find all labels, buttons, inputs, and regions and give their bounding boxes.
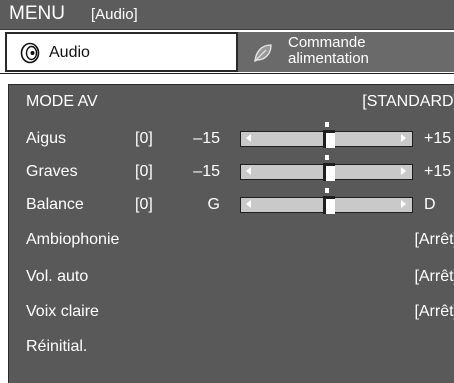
graves-min: –15 — [193, 163, 220, 180]
aigus-current: [0] — [135, 130, 153, 147]
slider-thumb[interactable] — [323, 196, 335, 214]
graves-row[interactable]: Graves [0] –15 +15 — [9, 155, 454, 189]
slider-thumb[interactable] — [323, 130, 335, 148]
voix-claire-value: [Arrêt] — [414, 303, 454, 320]
vol-auto-value: [Arrêt] — [414, 268, 454, 285]
aigus-slider[interactable] — [240, 122, 413, 148]
reinitial-row[interactable]: Réinitial. — [9, 330, 454, 364]
balance-row[interactable]: Balance [0] G D — [9, 188, 454, 222]
vol-auto-row[interactable]: Vol. auto [Arrêt] — [9, 260, 454, 294]
mode-av-row[interactable]: MODE AV [STANDARD] — [9, 85, 454, 119]
vol-auto-label: Vol. auto — [26, 268, 89, 285]
balance-current: [0] — [135, 196, 153, 213]
mode-av-label: MODE AV — [26, 93, 98, 110]
reinitial-label: Réinitial. — [26, 338, 88, 355]
arrow-right-icon — [401, 167, 406, 175]
graves-slider[interactable] — [240, 155, 413, 181]
tab-power-control[interactable]: Commande alimentation — [238, 32, 454, 72]
graves-label: Graves — [26, 163, 78, 180]
arrow-left-icon — [246, 167, 251, 175]
ambiophonie-label: Ambiophonie — [26, 231, 120, 248]
arrow-left-icon — [246, 134, 251, 142]
mode-av-value: [STANDARD] — [362, 93, 454, 110]
graves-max: +15 — [424, 163, 452, 180]
voix-claire-row[interactable]: Voix claire [Arrêt] — [9, 295, 454, 329]
slider-center-marker — [325, 188, 329, 193]
tab-strip: Audio Commande alimentation — [0, 30, 454, 74]
leaf-icon — [252, 42, 274, 69]
arrow-left-icon — [246, 200, 251, 208]
submenu-title: [Audio] — [91, 6, 138, 23]
slider-center-marker — [325, 155, 329, 160]
voix-claire-label: Voix claire — [26, 303, 99, 320]
aigus-max: +15 — [424, 130, 452, 147]
slider-thumb[interactable] — [323, 163, 335, 181]
title-bar: MENU [Audio] — [0, 0, 454, 30]
arrow-right-icon — [401, 200, 406, 208]
slider-center-marker — [325, 122, 329, 127]
menu-title: MENU — [9, 3, 65, 24]
tab-audio-label: Audio — [49, 44, 90, 61]
speaker-icon — [19, 42, 41, 69]
arrow-right-icon — [401, 134, 406, 142]
aigus-label: Aigus — [26, 130, 67, 147]
balance-label: Balance — [26, 196, 84, 213]
graves-current: [0] — [135, 163, 153, 180]
balance-min: G — [207, 196, 220, 213]
aigus-min: –15 — [193, 130, 220, 147]
ambiophonie-value: [Arrêt] — [414, 231, 454, 248]
balance-slider[interactable] — [240, 188, 413, 214]
tab-audio[interactable]: Audio — [5, 32, 238, 72]
tab-power-label: Commande alimentation — [288, 34, 369, 67]
audio-settings-panel: MODE AV [STANDARD] Aigus [0] –15 +15 Gra… — [8, 84, 454, 383]
aigus-row[interactable]: Aigus [0] –15 +15 — [9, 122, 454, 156]
ambiophonie-row[interactable]: Ambiophonie [Arrêt] — [9, 223, 454, 257]
balance-max: D — [424, 196, 436, 213]
